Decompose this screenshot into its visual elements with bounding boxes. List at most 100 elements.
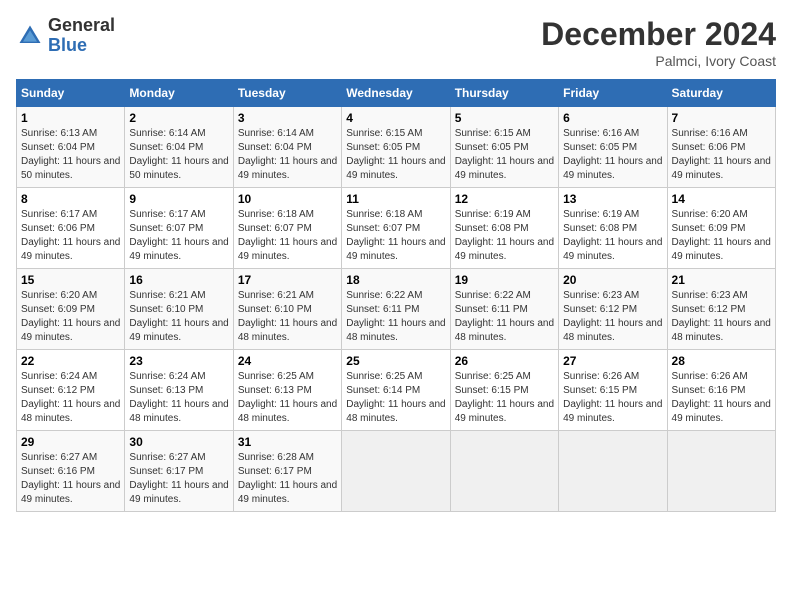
day-info: Sunrise: 6:25 AMSunset: 6:14 PMDaylight:… xyxy=(346,370,445,426)
logo-general: General xyxy=(48,15,115,35)
day-info: Sunrise: 6:26 AMSunset: 6:15 PMDaylight:… xyxy=(563,370,662,426)
calendar-day-cell: 31 Sunrise: 6:28 AMSunset: 6:17 PMDayligh… xyxy=(233,431,341,512)
calendar-day-cell xyxy=(342,431,450,512)
day-number: 30 xyxy=(129,435,228,449)
day-info: Sunrise: 6:21 AMSunset: 6:10 PMDaylight:… xyxy=(129,289,228,345)
day-number: 16 xyxy=(129,273,228,287)
day-info: Sunrise: 6:14 AMSunset: 6:04 PMDaylight:… xyxy=(238,127,337,183)
day-number: 21 xyxy=(672,273,771,287)
calendar-day-cell: 23 Sunrise: 6:24 AMSunset: 6:13 PMDayligh… xyxy=(125,350,233,431)
day-number: 25 xyxy=(346,354,445,368)
calendar-day-cell: 9 Sunrise: 6:17 AMSunset: 6:07 PMDaylight… xyxy=(125,188,233,269)
calendar-body: 1Sunrise: 6:13 AMSunset: 6:04 PMDaylight… xyxy=(17,107,776,512)
day-number: 9 xyxy=(129,192,228,206)
logo: General Blue xyxy=(16,16,115,56)
day-info: Sunrise: 6:18 AMSunset: 6:07 PMDaylight:… xyxy=(238,208,337,264)
calendar-day-cell: 7 Sunrise: 6:16 AMSunset: 6:06 PMDaylight… xyxy=(667,107,775,188)
calendar-day-cell: 15 Sunrise: 6:20 AMSunset: 6:09 PMDayligh… xyxy=(17,269,125,350)
day-number: 6 xyxy=(563,111,662,125)
day-info: Sunrise: 6:17 AMSunset: 6:06 PMDaylight:… xyxy=(21,208,120,264)
calendar-day-cell: 14Sunrise: 6:20 AMSunset: 6:09 PMDayligh… xyxy=(667,188,775,269)
day-number: 13 xyxy=(563,192,662,206)
day-info: Sunrise: 6:19 AMSunset: 6:08 PMDaylight:… xyxy=(455,208,554,264)
day-number: 10 xyxy=(238,192,337,206)
logo-icon xyxy=(16,22,44,50)
calendar-day-cell: 8Sunrise: 6:17 AMSunset: 6:06 PMDaylight… xyxy=(17,188,125,269)
day-info: Sunrise: 6:16 AMSunset: 6:05 PMDaylight:… xyxy=(563,127,662,183)
calendar-day-cell xyxy=(667,431,775,512)
day-info: Sunrise: 6:15 AMSunset: 6:05 PMDaylight:… xyxy=(455,127,554,183)
calendar-header: SundayMondayTuesdayWednesdayThursdayFrid… xyxy=(17,80,776,107)
calendar-week-row: 15 Sunrise: 6:20 AMSunset: 6:09 PMDayligh… xyxy=(17,269,776,350)
calendar-day-cell: 12 Sunrise: 6:19 AMSunset: 6:08 PMDayligh… xyxy=(450,188,558,269)
day-info: Sunrise: 6:28 AMSunset: 6:17 PMDaylight:… xyxy=(238,451,337,507)
day-number: 22 xyxy=(21,354,120,368)
day-number: 18 xyxy=(346,273,445,287)
day-info: Sunrise: 6:14 AMSunset: 6:04 PMDaylight:… xyxy=(129,127,228,183)
calendar-week-row: 29Sunrise: 6:27 AMSunset: 6:16 PMDayligh… xyxy=(17,431,776,512)
calendar-day-cell: 18Sunrise: 6:22 AMSunset: 6:11 PMDayligh… xyxy=(342,269,450,350)
day-number: 19 xyxy=(455,273,554,287)
weekday-header: Sunday xyxy=(17,80,125,107)
calendar-day-cell: 20 Sunrise: 6:23 AMSunset: 6:12 PMDayligh… xyxy=(559,269,667,350)
day-number: 27 xyxy=(563,354,662,368)
day-info: Sunrise: 6:25 AMSunset: 6:15 PMDaylight:… xyxy=(455,370,554,426)
day-number: 28 xyxy=(672,354,771,368)
day-number: 31 xyxy=(238,435,337,449)
calendar-day-cell: 11Sunrise: 6:18 AMSunset: 6:07 PMDayligh… xyxy=(342,188,450,269)
calendar-day-cell: 4 Sunrise: 6:15 AMSunset: 6:05 PMDaylight… xyxy=(342,107,450,188)
logo-text: General Blue xyxy=(48,16,115,56)
day-number: 2 xyxy=(129,111,228,125)
day-info: Sunrise: 6:23 AMSunset: 6:12 PMDaylight:… xyxy=(672,289,771,345)
weekday-header: Monday xyxy=(125,80,233,107)
calendar-day-cell: 28 Sunrise: 6:26 AMSunset: 6:16 PMDayligh… xyxy=(667,350,775,431)
day-info: Sunrise: 6:17 AMSunset: 6:07 PMDaylight:… xyxy=(129,208,228,264)
day-info: Sunrise: 6:24 AMSunset: 6:13 PMDaylight:… xyxy=(129,370,228,426)
day-info: Sunrise: 6:22 AMSunset: 6:11 PMDaylight:… xyxy=(455,289,554,345)
day-info: Sunrise: 6:16 AMSunset: 6:06 PMDaylight:… xyxy=(672,127,771,183)
day-number: 17 xyxy=(238,273,337,287)
calendar-day-cell: 29Sunrise: 6:27 AMSunset: 6:16 PMDayligh… xyxy=(17,431,125,512)
day-number: 11 xyxy=(346,192,445,206)
calendar-day-cell: 10 Sunrise: 6:18 AMSunset: 6:07 PMDayligh… xyxy=(233,188,341,269)
title-block: December 2024 Palmci, Ivory Coast xyxy=(541,16,776,69)
weekday-header: Friday xyxy=(559,80,667,107)
calendar-week-row: 22 Sunrise: 6:24 AMSunset: 6:12 PMDayligh… xyxy=(17,350,776,431)
day-info: Sunrise: 6:26 AMSunset: 6:16 PMDaylight:… xyxy=(672,370,771,426)
calendar-day-cell xyxy=(559,431,667,512)
calendar-day-cell: 5Sunrise: 6:15 AMSunset: 6:05 PMDaylight… xyxy=(450,107,558,188)
calendar-day-cell: 30 Sunrise: 6:27 AMSunset: 6:17 PMDayligh… xyxy=(125,431,233,512)
day-number: 29 xyxy=(21,435,120,449)
calendar-day-cell: 25 Sunrise: 6:25 AMSunset: 6:14 PMDayligh… xyxy=(342,350,450,431)
day-info: Sunrise: 6:20 AMSunset: 6:09 PMDaylight:… xyxy=(21,289,120,345)
day-number: 26 xyxy=(455,354,554,368)
day-number: 7 xyxy=(672,111,771,125)
day-info: Sunrise: 6:27 AMSunset: 6:17 PMDaylight:… xyxy=(129,451,228,507)
calendar-day-cell: 6 Sunrise: 6:16 AMSunset: 6:05 PMDaylight… xyxy=(559,107,667,188)
day-number: 20 xyxy=(563,273,662,287)
calendar-day-cell: 1Sunrise: 6:13 AMSunset: 6:04 PMDaylight… xyxy=(17,107,125,188)
calendar-day-cell: 17 Sunrise: 6:21 AMSunset: 6:10 PMDayligh… xyxy=(233,269,341,350)
weekday-row: SundayMondayTuesdayWednesdayThursdayFrid… xyxy=(17,80,776,107)
day-number: 23 xyxy=(129,354,228,368)
logo-blue: Blue xyxy=(48,35,87,55)
day-info: Sunrise: 6:15 AMSunset: 6:05 PMDaylight:… xyxy=(346,127,445,183)
day-info: Sunrise: 6:23 AMSunset: 6:12 PMDaylight:… xyxy=(563,289,662,345)
day-number: 15 xyxy=(21,273,120,287)
calendar-day-cell: 13 Sunrise: 6:19 AMSunset: 6:08 PMDayligh… xyxy=(559,188,667,269)
day-info: Sunrise: 6:24 AMSunset: 6:12 PMDaylight:… xyxy=(21,370,120,426)
day-number: 12 xyxy=(455,192,554,206)
calendar-week-row: 8Sunrise: 6:17 AMSunset: 6:06 PMDaylight… xyxy=(17,188,776,269)
day-info: Sunrise: 6:20 AMSunset: 6:09 PMDaylight:… xyxy=(672,208,771,264)
calendar-day-cell: 19 Sunrise: 6:22 AMSunset: 6:11 PMDayligh… xyxy=(450,269,558,350)
day-number: 1 xyxy=(21,111,120,125)
day-number: 4 xyxy=(346,111,445,125)
calendar-title: December 2024 xyxy=(541,16,776,53)
calendar-subtitle: Palmci, Ivory Coast xyxy=(541,53,776,69)
day-number: 24 xyxy=(238,354,337,368)
day-info: Sunrise: 6:25 AMSunset: 6:13 PMDaylight:… xyxy=(238,370,337,426)
day-info: Sunrise: 6:21 AMSunset: 6:10 PMDaylight:… xyxy=(238,289,337,345)
calendar-day-cell xyxy=(450,431,558,512)
calendar-day-cell: 24 Sunrise: 6:25 AMSunset: 6:13 PMDayligh… xyxy=(233,350,341,431)
day-info: Sunrise: 6:19 AMSunset: 6:08 PMDaylight:… xyxy=(563,208,662,264)
